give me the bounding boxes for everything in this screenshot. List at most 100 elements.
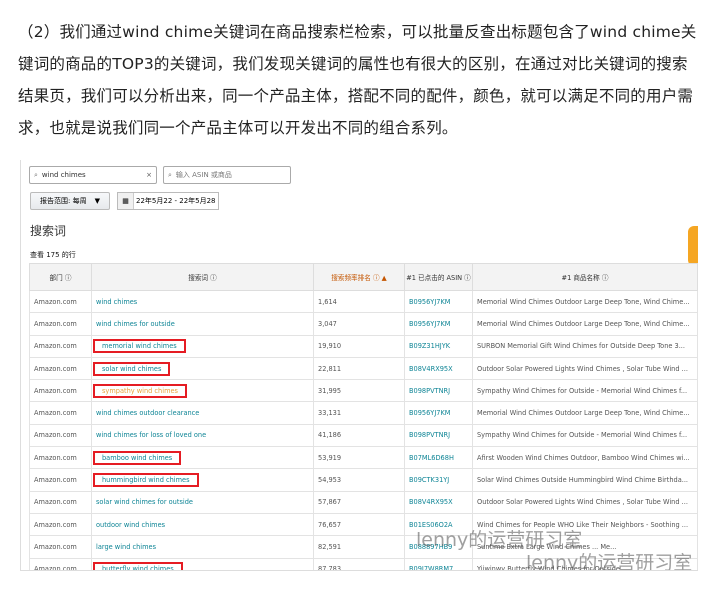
keyword-cell: wind chimes outdoor clearance [91,401,314,425]
asin-link[interactable]: B08V4RX95X [404,356,473,381]
rank-cell: 41,186 [313,423,405,448]
department-cell: Amazon.com [29,356,92,381]
table-row: Amazon.com sympathy wind chimes 31,995 B098… [29,379,698,403]
keyword-cell: solar wind chimes for outside [91,490,314,514]
department-cell: Amazon.com [29,379,92,403]
rank-cell: 33,131 [313,401,405,425]
keyword-cell: butterfly wind chimes [91,557,314,570]
department-cell: Amazon.com [29,312,92,336]
rank-cell: 76,657 [313,512,405,537]
table-row: Amazon.com hummingbird wind chimes 54,953 B… [29,468,698,492]
product-name-cell: Memorial Wind Chimes Outdoor Large Deep … [472,401,698,425]
asin-link[interactable]: B098PVTNRJ [404,379,473,403]
caret-down-icon: ▼ [94,197,100,205]
asin-link[interactable]: B09J7W8RM7 [404,557,473,570]
column-header[interactable]: #1 已点击的 ASIN ⓘ [404,263,473,291]
department-cell: Amazon.com [29,512,92,537]
keyword-link[interactable]: sympathy wind chimes [93,383,187,398]
watermark: lenny的运营研习室 [526,552,693,571]
rank-cell: 87,783 [313,557,405,570]
keyword-cell: wind chimes for loss of loved one [91,423,314,448]
asin-input[interactable]: ⌕ 输入 ASIN 或商品 [163,166,291,184]
department-cell: Amazon.com [29,334,92,358]
column-header[interactable]: 搜索频率排名 ⓘ ▲ [313,263,405,291]
keyword-cell: memorial wind chimes [91,334,314,358]
rank-cell: 31,995 [313,379,405,403]
department-cell: Amazon.com [29,401,92,425]
keyword-link[interactable]: wind chimes for outside [96,320,175,328]
keyword-cell: outdoor wind chimes [91,512,314,537]
asin-link[interactable]: B0956YJ7KM [404,312,473,336]
table-row: Amazon.com wind chimes outdoor clearance 3… [29,401,698,425]
date-range-picker[interactable]: ▦ 22年5月22 - 22年5月28 [117,192,219,210]
table-row: Amazon.com wind chimes for outside 3,047 B0… [29,312,698,336]
keyword-link[interactable]: large wind chimes [96,543,156,551]
keyword-cell: solar wind chimes [91,356,314,381]
clear-icon[interactable]: × [146,171,152,179]
asin-link[interactable]: B0956YJ7KM [404,289,473,314]
section-title: 搜索词 [30,224,67,238]
search-input[interactable]: ⌕ wind chimes × [29,166,157,184]
calendar-icon: ▦ [118,193,134,209]
keyword-link[interactable]: hummingbird wind chimes [93,473,199,488]
keyword-link[interactable]: wind chimes [96,298,137,306]
keyword-cell: bamboo wind chimes [91,446,314,470]
body-paragraph: （2）我们通过wind chime关键词在商品搜索栏检索，可以批量反查出标题包含… [18,23,697,137]
table-row: Amazon.com solar wind chimes 22,811 B08V4RX… [29,356,698,381]
report-range-dropdown[interactable]: 报告范围: 每周 ▼ [30,192,110,210]
keyword-link[interactable]: memorial wind chimes [93,339,186,354]
rank-cell: 22,811 [313,356,405,381]
search-icon: ⌕ [168,170,172,179]
rank-cell: 53,919 [313,446,405,470]
product-name-cell: Sympathy Wind Chimes for Outside - Memor… [472,423,698,448]
asin-link[interactable]: B098PVTNRJ [404,423,473,448]
department-cell: Amazon.com [29,557,92,570]
table-row: Amazon.com wind chimes 1,614 B0956YJ7KM Memo… [29,289,698,314]
asin-link[interactable]: B09Z31HJYK [404,334,473,358]
keyword-cell: wind chimes for outside [91,312,314,336]
keyword-link[interactable]: outdoor wind chimes [96,521,165,529]
department-cell: Amazon.com [29,490,92,514]
product-name-cell: Memorial Wind Chimes Outdoor Large Deep … [472,312,698,336]
department-cell: Amazon.com [29,289,92,314]
rank-cell: 19,910 [313,334,405,358]
rank-cell: 1,614 [313,289,405,314]
product-name-cell: SURBON Memorial Gift Wind Chimes for Out… [472,334,698,358]
keyword-link[interactable]: solar wind chimes for outside [96,498,193,506]
rank-cell: 82,591 [313,535,405,559]
department-cell: Amazon.com [29,535,92,559]
rank-cell: 3,047 [313,312,405,336]
asin-link[interactable]: B07ML6D68H [404,446,473,470]
column-header[interactable]: 搜索词 ⓘ [91,263,314,291]
search-icon: ⌕ [34,170,38,179]
keyword-cell: large wind chimes [91,535,314,559]
table-row: Amazon.com wind chimes for loss of loved … [29,423,698,448]
product-name-cell: Sympathy Wind Chimes for Outside - Memor… [472,379,698,403]
rank-cell: 57,867 [313,490,405,514]
department-cell: Amazon.com [29,446,92,470]
rank-cell: 54,953 [313,468,405,492]
keyword-link[interactable]: butterfly wind chimes [93,562,183,570]
table-row: Amazon.com solar wind chimes for outside 5… [29,490,698,514]
table-row: Amazon.com bamboo wind chimes 53,919 B07ML6… [29,446,698,470]
product-name-cell: Outdoor Solar Powered Lights Wind Chimes… [472,490,698,514]
asin-link[interactable]: B09CTK31YJ [404,468,473,492]
keyword-link[interactable]: wind chimes for loss of loved one [96,431,206,439]
column-header[interactable]: #1 商品名称 ⓘ [472,263,698,291]
asin-link[interactable]: B0956YJ7KM [404,401,473,425]
row-count: 查看 175 的行 [30,251,76,259]
search-terms-table: 部门 ⓘ 搜索词 ⓘ 搜索频率排名 ⓘ ▲ #1 已点击的 ASIN ⓘ #1 商品名称… [29,263,698,570]
keyword-link[interactable]: bamboo wind chimes [92,450,182,465]
feedback-tab[interactable] [688,226,698,266]
department-cell: Amazon.com [29,423,92,448]
department-cell: Amazon.com [29,468,92,492]
keyword-link[interactable]: wind chimes outdoor clearance [96,409,199,417]
keyword-cell: sympathy wind chimes [91,379,314,403]
table-row: Amazon.com outdoor wind chimes 76,657 B01ES… [29,512,698,537]
keyword-link[interactable]: solar wind chimes [92,361,171,376]
asin-link[interactable]: B08V4RX95X [404,490,473,514]
product-name-cell: Memorial Wind Chimes Outdoor Large Deep … [472,289,698,314]
keyword-cell: wind chimes [91,289,314,314]
column-header[interactable]: 部门 ⓘ [29,263,92,291]
product-name-cell: Solar Wind Chimes Outside Hummingbird Wi… [472,468,698,492]
